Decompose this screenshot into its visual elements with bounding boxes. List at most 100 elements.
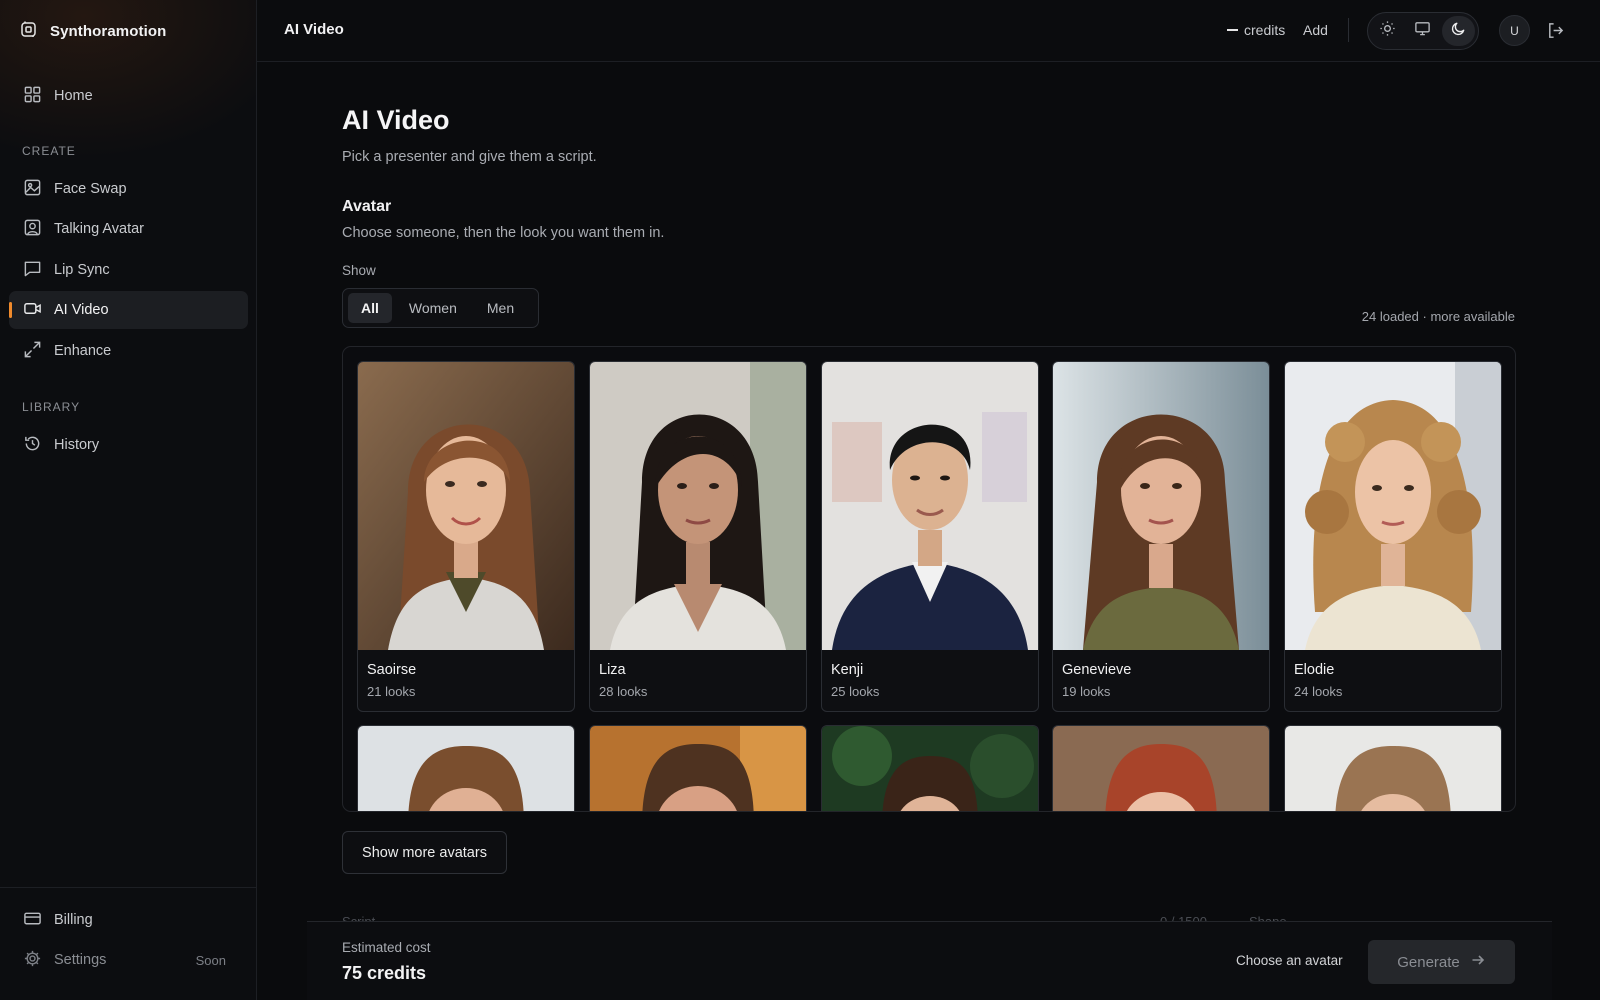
sidebar-item-settings: Settings Soon — [9, 941, 248, 979]
avatar-photo — [590, 726, 806, 811]
avatar-card-elodie[interactable]: Elodie 24 looks — [1284, 361, 1502, 712]
avatar-looks-count: 19 looks — [1062, 684, 1111, 699]
expand-icon — [23, 340, 42, 363]
avatar-card-liza[interactable]: Liza 28 looks — [589, 361, 807, 712]
filter-label: Show — [342, 263, 376, 278]
avatar-section-description: Choose someone, then the look you want t… — [342, 225, 665, 241]
sidebar-item-home[interactable]: Home — [9, 77, 248, 115]
theme-system-button[interactable] — [1406, 16, 1439, 46]
topbar-divider — [1348, 18, 1349, 42]
avatar-looks-count: 24 looks — [1294, 684, 1343, 699]
sidebar-item-lip-sync[interactable]: Lip Sync — [9, 251, 248, 289]
sidebar-divider — [0, 887, 256, 888]
sidebar-item-history[interactable]: History — [9, 426, 248, 464]
avatar-card[interactable] — [357, 725, 575, 811]
soon-badge: Soon — [195, 952, 226, 968]
avatar-card[interactable] — [1052, 725, 1270, 811]
sidebar-item-face-swap[interactable]: Face Swap — [9, 170, 248, 208]
estimated-cost-value: 75 credits — [342, 963, 427, 983]
avatar-photo — [1053, 362, 1269, 650]
theme-light-button[interactable] — [1371, 16, 1404, 46]
estimated-cost-label: Estimated cost — [342, 940, 431, 955]
gender-filter: All Women Men — [342, 288, 539, 328]
monitor-icon — [1414, 20, 1431, 42]
credits-label: credits — [1244, 22, 1286, 38]
avatar-card-saoirse[interactable]: Saoirse 21 looks — [357, 361, 575, 712]
video-icon — [23, 299, 42, 322]
sidebar-item-label: History — [54, 437, 100, 453]
sidebar-item-label: Home — [54, 88, 93, 104]
theme-switcher — [1367, 12, 1479, 50]
app-name: Synthoramotion — [50, 22, 167, 40]
page-subtitle: Pick a presenter and give them a script. — [342, 149, 597, 165]
avatar-looks-count: 25 looks — [831, 684, 880, 699]
sidebar-item-ai-video[interactable]: AI Video — [9, 291, 248, 329]
choose-avatar-hint: Choose an avatar — [1236, 953, 1343, 968]
image-icon — [23, 178, 42, 201]
filter-all-button[interactable]: All — [348, 293, 392, 323]
avatar-name: Kenji — [831, 662, 864, 678]
sidebar-item-label: Face Swap — [54, 181, 127, 197]
credits-indicator: credits — [1227, 22, 1285, 38]
credits-placeholder-dash — [1227, 29, 1238, 31]
avatar-card[interactable] — [821, 725, 1039, 811]
brand[interactable]: Synthoramotion — [20, 20, 166, 42]
history-icon — [23, 434, 42, 457]
arrow-right-icon — [1470, 952, 1486, 972]
generate-bar: Estimated cost 75 credits Choose an avat… — [307, 921, 1552, 1000]
avatar-name: Elodie — [1294, 662, 1335, 678]
avatar-photo — [1053, 726, 1269, 811]
logout-icon — [1546, 23, 1565, 44]
avatar-card-genevieve[interactable]: Genevieve 19 looks — [1052, 361, 1270, 712]
avatar-photo — [358, 726, 574, 811]
sidebar-item-label: Enhance — [54, 343, 112, 359]
avatar-photo — [590, 362, 806, 650]
user-square-icon — [23, 218, 42, 241]
sidebar: Synthoramotion Home CREATE Face Swap Tal… — [0, 0, 257, 1000]
avatar-looks-count: 21 looks — [367, 684, 416, 699]
logout-button[interactable] — [1546, 21, 1565, 40]
avatar-name: Saoirse — [367, 662, 417, 678]
sidebar-item-enhance[interactable]: Enhance — [9, 332, 248, 370]
topbar-title: AI Video — [284, 21, 344, 38]
sidebar-item-label: AI Video — [54, 302, 109, 318]
avatar-photo — [1285, 362, 1501, 650]
topbar: AI Video credits Add U — [257, 0, 1600, 62]
avatar-name: Genevieve — [1062, 662, 1132, 678]
avatar-photo — [358, 362, 574, 650]
generate-button[interactable]: Generate — [1368, 940, 1515, 984]
theme-dark-button[interactable] — [1441, 16, 1475, 46]
credit-card-icon — [23, 909, 42, 932]
section-label-library: LIBRARY — [22, 400, 81, 414]
avatar-name: Liza — [599, 662, 626, 678]
show-more-avatars-button[interactable]: Show more avatars — [342, 831, 507, 874]
user-avatar[interactable]: U — [1499, 15, 1530, 46]
avatar-photo — [822, 362, 1038, 650]
sidebar-item-talking-avatar[interactable]: Talking Avatar — [9, 210, 248, 248]
page-title: AI Video — [342, 105, 450, 135]
avatar-card[interactable] — [589, 725, 807, 811]
grid-icon — [23, 85, 42, 108]
add-credits-link[interactable]: Add — [1303, 22, 1328, 38]
sun-icon — [1379, 20, 1396, 42]
filter-women-button[interactable]: Women — [396, 293, 470, 323]
moon-icon — [1450, 20, 1467, 42]
sidebar-item-billing[interactable]: Billing — [9, 901, 248, 939]
gear-icon — [23, 949, 42, 972]
message-square-icon — [23, 259, 42, 282]
sidebar-item-label: Lip Sync — [54, 262, 110, 278]
sidebar-item-label: Talking Avatar — [54, 221, 145, 237]
section-label-create: CREATE — [22, 144, 76, 158]
sidebar-item-label: Settings — [54, 952, 107, 968]
sidebar-item-label: Billing — [54, 912, 93, 928]
generate-label: Generate — [1397, 953, 1460, 971]
avatar-card[interactable] — [1284, 725, 1502, 811]
loaded-count-note: 24 loaded · more available — [1361, 309, 1515, 324]
avatar-photo — [1285, 726, 1501, 811]
filter-men-button[interactable]: Men — [474, 293, 527, 323]
avatar-section-title: Avatar — [342, 198, 392, 215]
avatar-looks-count: 28 looks — [599, 684, 648, 699]
avatar-photo — [822, 726, 1038, 811]
avatar-card-kenji[interactable]: Kenji 25 looks — [821, 361, 1039, 712]
avatar-grid: Saoirse 21 looks Liza 28 looks Kenji 25 … — [342, 346, 1516, 812]
